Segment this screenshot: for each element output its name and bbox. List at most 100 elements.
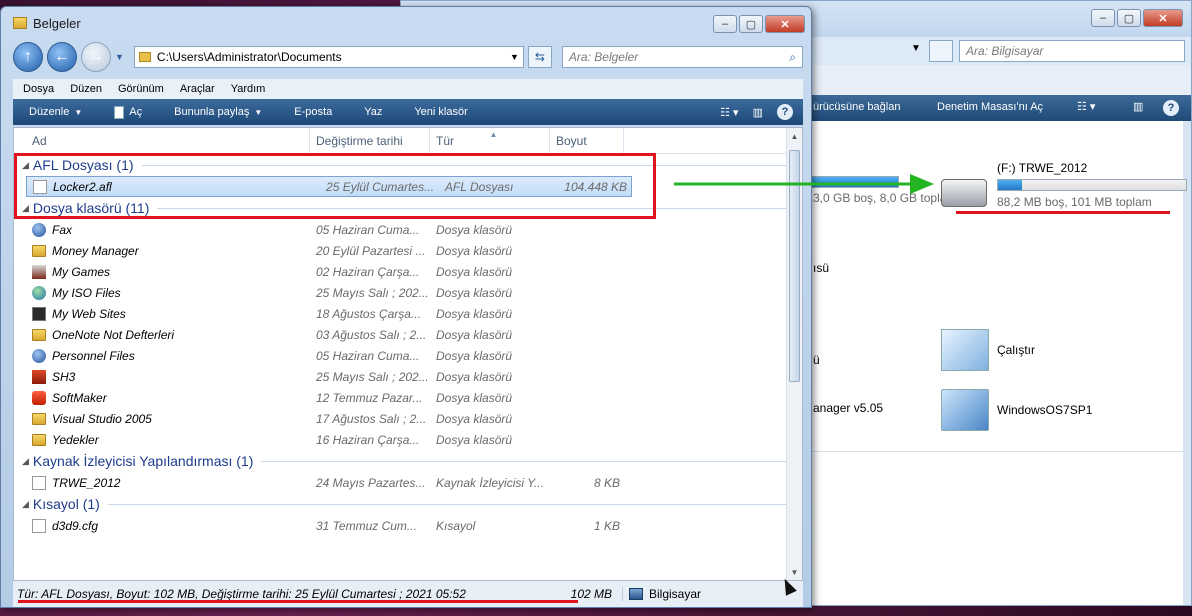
chevron-down-icon[interactable]: ▼	[510, 52, 519, 62]
menu-bar: Dosya Düzen Görünüm Araçlar Yardım	[13, 79, 803, 99]
file-date: 02 Haziran Çarşa...	[316, 264, 420, 279]
windows-sp1-label: WindowsOS7SP1	[997, 403, 1093, 417]
divider	[261, 460, 790, 462]
status-location: Bilgisayar	[649, 587, 702, 601]
file-row[interactable]: Fax 05 Haziran Cuma... Dosya klasörü	[14, 219, 802, 240]
file-date: 16 Haziran Çarşa...	[316, 432, 420, 447]
menu-help[interactable]: Yardım	[231, 83, 266, 95]
navigation-bar: ↑ ← → ▼ C:\Users\Administrator\Documents…	[13, 41, 803, 73]
file-row[interactable]: My Games 02 Haziran Çarşa... Dosya klasörü	[14, 261, 802, 282]
search-input[interactable]: Ara: Belgeler ⌕	[561, 46, 803, 68]
close-button[interactable]: ✕	[765, 15, 805, 33]
file-row[interactable]: My Web Sites 18 Ağustos Çarşa... Dosya kla…	[14, 303, 802, 324]
cfg-icon	[32, 518, 46, 533]
share-button[interactable]: Bununla paylaş ▼	[158, 106, 278, 118]
minimize-button[interactable]: –	[1091, 9, 1115, 27]
address-bar[interactable]: C:\Users\Administrator\Documents ▼	[133, 46, 524, 68]
file-date: 03 Ağustos Salı ; 2...	[316, 327, 427, 342]
close-button[interactable]: ✕	[1143, 9, 1183, 27]
collapse-icon[interactable]: ◢	[22, 499, 29, 510]
file-row[interactable]: SH3 25 Mayıs Salı ; 202... Dosya klasörü	[14, 366, 802, 387]
group-list: ◢ AFL Dosyası (1) Locker2.afl 25 Eylül Cuma…	[14, 154, 802, 536]
doc-icon	[33, 179, 47, 194]
search-placeholder: Ara: Bilgisayar	[966, 44, 1044, 58]
refresh-button[interactable]	[929, 40, 953, 62]
file-row[interactable]: OneNote Not Defterleri 03 Ağustos Salı ; …	[14, 324, 802, 345]
group-header[interactable]: ◢ Kaynak İzleyicisi Yapılandırması (1)	[14, 450, 802, 472]
column-size[interactable]: Boyut	[550, 128, 624, 153]
search-icon[interactable]: ⌕	[789, 50, 796, 65]
maximize-button[interactable]: ▢	[1117, 9, 1141, 27]
file-date: 31 Temmuz Cum...	[316, 518, 417, 533]
windows-sp1-item[interactable]: WindowsOS7SP1	[941, 389, 1092, 431]
computer-search-input[interactable]: Ara: Bilgisayar	[959, 40, 1185, 62]
mg-icon	[32, 264, 46, 279]
up-button[interactable]: ↑	[13, 42, 43, 72]
file-row[interactable]: SoftMaker 12 Temmuz Pazar... Dosya klasörü	[14, 387, 802, 408]
column-date[interactable]: Değiştirme tarihi	[310, 128, 430, 153]
menu-edit[interactable]: Düzen	[70, 83, 102, 95]
refresh-button[interactable]: ⇆	[527, 46, 552, 68]
file-row[interactable]: Personnel Files 05 Haziran Cuma... Dosya k…	[14, 345, 802, 366]
control-panel-button[interactable]: Denetim Masası'nı Aç	[937, 101, 1043, 113]
group-header[interactable]: ◢ Dosya klasörü (11)	[14, 197, 802, 219]
file-row[interactable]: Visual Studio 2005 17 Ağustos Salı ; 2...…	[14, 408, 802, 429]
file-row[interactable]: Yedekler 16 Haziran Çarşa... Dosya klasörü	[14, 429, 802, 450]
help-icon[interactable]: ?	[777, 104, 793, 120]
file-row[interactable]: d3d9.cfg 31 Temmuz Cum... Kısayol 1 KB	[14, 515, 802, 536]
command-bar: Düzenle ▼ Aç Bununla paylaş ▼ E-posta Ya…	[13, 99, 803, 125]
collapse-icon[interactable]: ◢	[22, 203, 29, 214]
column-header: Ad Değiştirme tarihi ▲ Tür Boyut	[14, 128, 802, 154]
collapse-icon[interactable]: ◢	[22, 160, 29, 171]
back-button[interactable]: ←	[47, 42, 77, 72]
new-folder-button[interactable]: Yeni klasör	[398, 106, 483, 118]
file-row[interactable]: TRWE_2012 24 Mayıs Pazartes... Kaynak İzle…	[14, 472, 802, 493]
group-header[interactable]: ◢ Kısayol (1)	[14, 493, 802, 515]
minimize-button[interactable]: –	[713, 15, 737, 33]
folder-icon	[32, 433, 46, 446]
computer-icon	[941, 389, 989, 431]
run-label: Çalıştır	[997, 343, 1036, 357]
file-row[interactable]: Money Manager 20 Eylül Pazartesi ... Dosya…	[14, 240, 802, 261]
organize-button[interactable]: Düzenle ▼	[13, 106, 98, 118]
map-drive-button[interactable]: ürücüsüne bağlan	[813, 101, 900, 113]
share-label: Bununla paylaş	[174, 106, 250, 118]
column-type[interactable]: ▲ Tür	[430, 128, 550, 153]
divider	[157, 207, 790, 209]
file-date: 18 Ağustos Çarşa...	[316, 306, 421, 321]
menu-file[interactable]: Dosya	[23, 83, 54, 95]
scroll-up-icon[interactable]: ▲	[787, 128, 802, 144]
forward-button[interactable]: →	[81, 42, 111, 72]
view-options-icon[interactable]: ☷ ▾	[720, 106, 738, 119]
file-row[interactable]: Locker2.afl 25 Eylül Cumartes... AFL Dosya…	[26, 176, 632, 197]
file-name: My Web Sites	[52, 306, 126, 321]
chevron-down-icon[interactable]: ▼	[911, 43, 921, 54]
preview-pane-icon[interactable]: ▥	[753, 106, 763, 119]
file-type: Dosya klasörü	[436, 432, 513, 447]
view-options-icon[interactable]: ☷ ▾	[1077, 100, 1095, 113]
window-controls: – ▢ ✕	[713, 15, 805, 33]
column-name[interactable]: Ad	[14, 128, 310, 153]
email-button[interactable]: E-posta	[278, 106, 348, 118]
group-title: AFL Dosyası (1)	[32, 157, 134, 173]
file-date: 17 Ağustos Salı ; 2...	[316, 411, 427, 426]
menu-view[interactable]: Görünüm	[118, 83, 164, 95]
maximize-button[interactable]: ▢	[739, 15, 763, 33]
history-chevron-icon[interactable]: ▼	[115, 52, 124, 62]
drive-f[interactable]: (F:) TRWE_2012 88,2 MB boş, 101 MB topla…	[941, 161, 1187, 209]
file-name: SoftMaker	[52, 390, 107, 405]
open-button[interactable]: Aç	[98, 105, 158, 119]
chevron-down-icon: ▼	[74, 107, 83, 117]
print-button[interactable]: Yaz	[348, 106, 398, 118]
run-item[interactable]: Çalıştır	[941, 329, 1035, 371]
file-type: Kısayol	[436, 518, 476, 533]
file-row[interactable]: My ISO Files 25 Mayıs Salı ; 202... Dosya …	[14, 282, 802, 303]
help-icon[interactable]: ?	[1163, 100, 1179, 116]
file-name: TRWE_2012	[52, 475, 121, 490]
file-type: Dosya klasörü	[436, 285, 513, 300]
preview-pane-icon[interactable]: ▥	[1133, 100, 1143, 113]
menu-tools[interactable]: Araçlar	[180, 83, 215, 95]
folder-icon	[138, 52, 151, 62]
collapse-icon[interactable]: ◢	[22, 456, 29, 467]
file-name: My Games	[52, 264, 111, 279]
